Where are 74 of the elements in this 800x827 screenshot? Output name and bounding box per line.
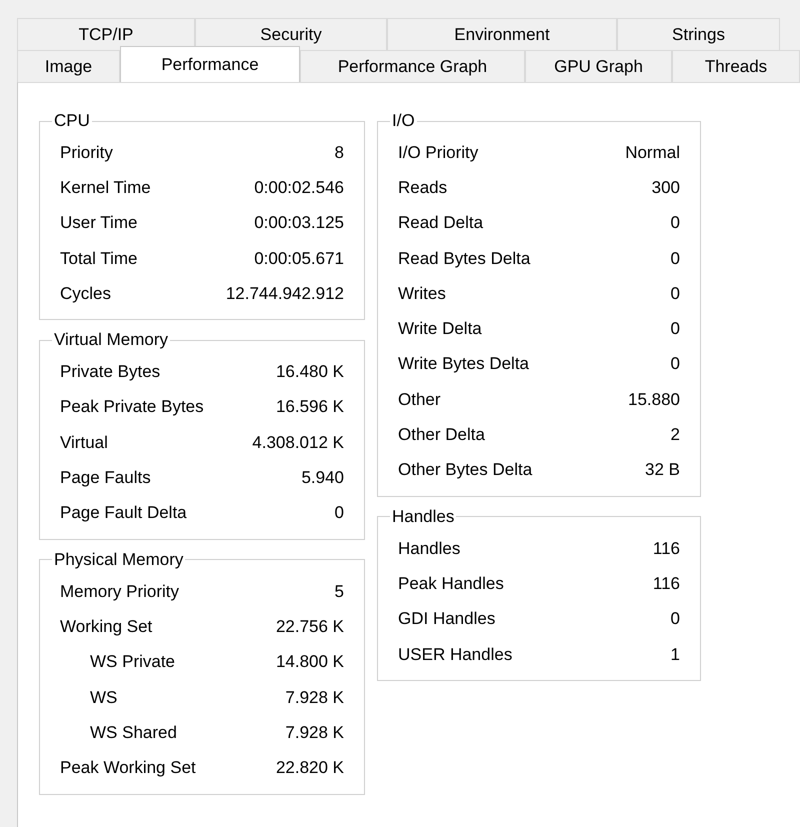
field-label: I/O Priority xyxy=(398,142,478,163)
field-label: Read Delta xyxy=(398,213,484,234)
field-value: 0 xyxy=(670,354,680,374)
field-label: Other Delta xyxy=(398,425,485,446)
field-label: Page Faults xyxy=(60,468,151,488)
field-label: Priority xyxy=(60,142,113,163)
field-label: Writes xyxy=(398,284,446,304)
field-label: WS Private xyxy=(90,652,176,672)
field-value: 0 xyxy=(670,213,680,234)
field-value: 4.308.012 K xyxy=(252,432,344,453)
field-value: 2 xyxy=(670,425,680,446)
field-label: Read Bytes Delta xyxy=(398,248,530,269)
group-title: Handles xyxy=(391,506,456,527)
field-value: 7.928 K xyxy=(285,722,344,743)
field-value: 0 xyxy=(670,284,680,304)
field-value: 300 xyxy=(652,178,680,198)
tab[interactable]: Environment xyxy=(387,18,617,50)
field-label: Total Time xyxy=(60,248,138,269)
tab[interactable]: TCP/IP xyxy=(17,18,195,50)
field-label: GDI Handles xyxy=(398,609,496,630)
field-label: WS Shared xyxy=(90,722,177,743)
group-title: Virtual Memory xyxy=(53,330,169,350)
field-value: 1 xyxy=(670,644,680,664)
field-value: 0:00:02.546 xyxy=(254,178,344,198)
field-value: 14.800 K xyxy=(276,652,344,672)
field-label: Kernel Time xyxy=(60,178,151,198)
group-title: I/O xyxy=(391,111,416,131)
field-value: 15.880 xyxy=(628,390,680,410)
field-label: Other Bytes Delta xyxy=(398,460,532,480)
field-value: 32 B xyxy=(645,460,680,480)
field-value: 8 xyxy=(334,142,344,163)
field-label: Reads xyxy=(398,178,448,198)
field-label: Other xyxy=(398,390,441,410)
group-title: CPU xyxy=(53,111,91,131)
field-label: Private Bytes xyxy=(60,362,160,382)
field-value: 22.820 K xyxy=(276,758,344,778)
field-value: 116 xyxy=(652,538,680,559)
field-label: Memory Priority xyxy=(60,582,180,602)
field-label: Peak Private Bytes xyxy=(60,397,204,418)
field-value: 12.744.942.912 xyxy=(226,284,344,304)
field-value: 116 xyxy=(652,574,680,594)
tab[interactable]: GPU Graph xyxy=(525,50,672,82)
tab[interactable]: Strings xyxy=(617,18,780,50)
field-label: Page Fault Delta xyxy=(60,503,187,524)
field-label: User Time xyxy=(60,213,138,234)
field-label: Handles xyxy=(398,538,460,559)
field-value: 0 xyxy=(334,503,344,524)
field-value: 5.940 xyxy=(301,468,344,488)
field-value: Normal xyxy=(625,142,680,163)
group-title: Physical Memory xyxy=(53,550,184,570)
field-value: 5 xyxy=(334,582,344,602)
tab[interactable]: Image xyxy=(17,50,120,82)
field-value: 0 xyxy=(670,248,680,269)
field-value: 0:00:05.671 xyxy=(254,248,344,269)
field-label: Peak Handles xyxy=(398,574,504,594)
tab[interactable]: Performance Graph xyxy=(300,50,525,82)
field-value: 22.756 K xyxy=(276,616,344,637)
field-value: 0 xyxy=(670,609,680,630)
tab[interactable]: Security xyxy=(195,18,387,50)
field-label: Peak Working Set xyxy=(60,758,196,778)
field-value: 0:00:03.125 xyxy=(254,213,344,234)
field-label: Write Delta xyxy=(398,319,482,340)
field-label: Write Bytes Delta xyxy=(398,354,530,374)
field-label: WS xyxy=(90,688,118,708)
field-value: 16.596 K xyxy=(276,397,344,418)
field-label: USER Handles xyxy=(398,644,512,664)
field-value: 0 xyxy=(670,319,680,340)
field-label: Cycles xyxy=(60,284,112,304)
field-value: 7.928 K xyxy=(285,688,344,708)
field-label: Virtual xyxy=(60,432,108,453)
tab[interactable]: Performance xyxy=(120,46,300,82)
field-value: 16.480 K xyxy=(276,362,344,382)
field-label: Working Set xyxy=(60,616,152,637)
tab[interactable]: Threads xyxy=(672,50,800,82)
